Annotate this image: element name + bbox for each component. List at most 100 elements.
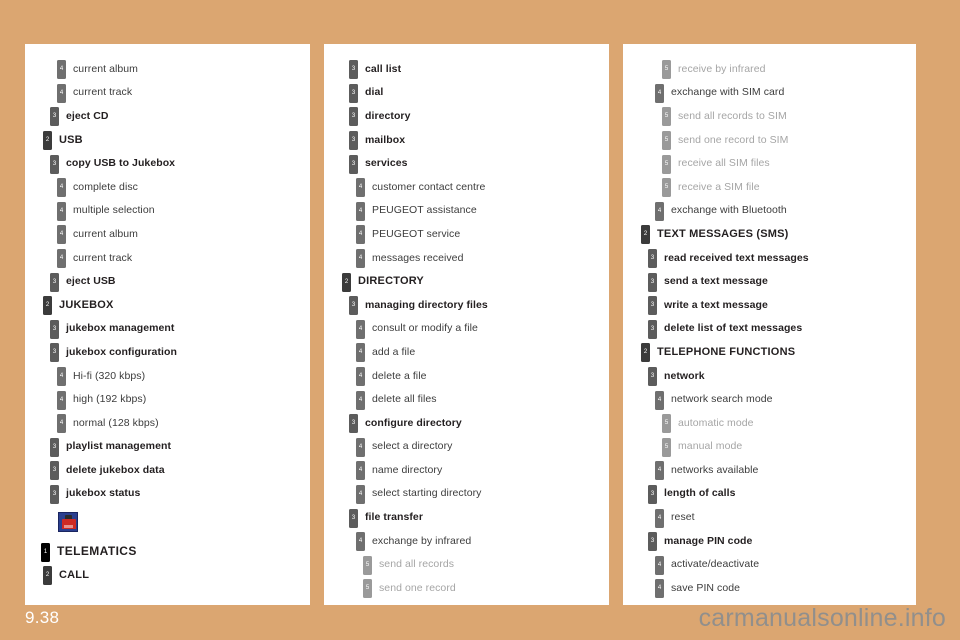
- level-badge: 4: [57, 178, 66, 198]
- menu-column-3: 5 receive by infrared 4 exchange with SIM c…: [623, 44, 916, 605]
- menu-row-label: call list: [365, 62, 402, 75]
- level-badge: 4: [57, 414, 66, 434]
- menu-row: 5 automatic mode: [623, 411, 916, 435]
- menu-row: 4 current track: [25, 246, 310, 270]
- menu-row: 4 consult or modify a file: [324, 317, 609, 341]
- menu-row: 4 select starting directory: [324, 482, 609, 506]
- menu-row-label: normal (128 kbps): [73, 416, 159, 429]
- level-badge: 4: [57, 83, 66, 103]
- menu-row-label: receive a SIM file: [678, 180, 760, 193]
- menu-row: 3 write a text message: [623, 293, 916, 317]
- menu-row-label: configure directory: [365, 416, 462, 429]
- menu-row: 2 TEXT MESSAGES (SMS): [623, 222, 916, 246]
- menu-row: 3 managing directory files: [324, 293, 609, 317]
- menu-row: 4 messages received: [324, 246, 609, 270]
- level-badge: 3: [50, 107, 59, 127]
- menu-row: 2 CALL: [25, 563, 310, 587]
- level-badge: 4: [356, 532, 365, 552]
- menu-row: 3 manage PIN code: [623, 529, 916, 553]
- watermark-text: carmanualsonline.info: [698, 604, 946, 632]
- menu-row: 5 manual mode: [623, 435, 916, 459]
- menu-row-label: Hi-fi (320 kbps): [73, 369, 146, 382]
- level-badge: 5: [662, 414, 671, 434]
- menu-columns-container: 4 current album 4 current track 3 eject CD 2 US…: [25, 44, 930, 605]
- menu-row-label: network search mode: [671, 393, 773, 406]
- menu-row: 3 length of calls: [623, 482, 916, 506]
- level-badge: 4: [356, 178, 365, 198]
- menu-row-label: delete a file: [372, 369, 427, 382]
- menu-row-label: dial: [365, 86, 384, 99]
- menu-row: 5 receive a SIM file: [623, 175, 916, 199]
- menu-row-label: CALL: [59, 568, 90, 581]
- menu-row-label: PEUGEOT service: [372, 227, 461, 240]
- menu-row-label: playlist management: [66, 440, 172, 453]
- level-badge: 4: [356, 225, 365, 245]
- menu-row-label: select starting directory: [372, 487, 482, 500]
- level-badge: 4: [655, 461, 664, 481]
- menu-row: 4 current album: [25, 222, 310, 246]
- menu-row-label: TELEMATICS: [57, 544, 137, 559]
- menu-row-label: managing directory files: [365, 298, 488, 311]
- menu-row-label: manual mode: [678, 440, 743, 453]
- level-badge: 4: [57, 390, 66, 410]
- level-badge: 4: [356, 461, 365, 481]
- level-badge: 3: [349, 414, 358, 434]
- menu-row: 3 delete jukebox data: [25, 458, 310, 482]
- level-badge: 3: [349, 60, 358, 80]
- menu-row: 4 save PIN code: [623, 576, 916, 600]
- menu-row: 3 eject CD: [25, 104, 310, 128]
- menu-row-label: write a text message: [664, 298, 768, 311]
- level-badge: 3: [50, 272, 59, 292]
- menu-row-label: jukebox configuration: [66, 345, 177, 358]
- level-badge: 4: [655, 201, 664, 221]
- menu-row: 4 customer contact centre: [324, 175, 609, 199]
- level-badge: 3: [349, 296, 358, 316]
- menu-row: 4 Hi-fi (320 kbps): [25, 364, 310, 388]
- menu-row-label: networks available: [671, 463, 759, 476]
- menu-row: 3 playlist management: [25, 435, 310, 459]
- level-badge: 3: [50, 343, 59, 363]
- menu-row: 2 DIRECTORY: [324, 269, 609, 293]
- menu-row: 5 send one record to SIM: [623, 128, 916, 152]
- menu-row: 4 high (192 kbps): [25, 387, 310, 411]
- level-badge: 4: [57, 60, 66, 80]
- level-badge: 2: [43, 296, 52, 316]
- level-badge: 2: [342, 272, 351, 292]
- menu-row-label: jukebox management: [66, 322, 175, 335]
- menu-row: 4 network search mode: [623, 387, 916, 411]
- menu-row-label: PEUGEOT assistance: [372, 204, 477, 217]
- menu-column-1-list: 4 current album 4 current track 3 eject CD 2 US…: [25, 44, 310, 586]
- level-badge: 4: [356, 201, 365, 221]
- menu-row: 3 jukebox configuration: [25, 340, 310, 364]
- level-badge: 2: [641, 343, 650, 363]
- menu-row-label: receive by infrared: [678, 62, 766, 75]
- page-number: 9.38: [25, 608, 60, 627]
- menu-row: 5 receive all SIM files: [623, 151, 916, 175]
- menu-row: 3 copy USB to Jukebox: [25, 151, 310, 175]
- menu-column-3-list: 5 receive by infrared 4 exchange with SIM c…: [623, 44, 916, 600]
- menu-row: 4 select a directory: [324, 435, 609, 459]
- menu-row-label: automatic mode: [678, 416, 754, 429]
- menu-row: 4 PEUGEOT assistance: [324, 199, 609, 223]
- level-badge: 4: [57, 201, 66, 221]
- menu-row-label: current album: [73, 227, 138, 240]
- menu-icon-row: [25, 505, 310, 539]
- menu-row-label: send all records to SIM: [678, 109, 787, 122]
- level-badge: 3: [349, 83, 358, 103]
- menu-row: 3 delete list of text messages: [623, 317, 916, 341]
- menu-row-label: eject CD: [66, 109, 109, 122]
- menu-row-label: reset: [671, 511, 695, 524]
- menu-row: 1 TELEMATICS: [25, 539, 310, 563]
- menu-row-label: delete list of text messages: [664, 322, 803, 335]
- level-badge: 2: [641, 225, 650, 245]
- menu-column-2: 3 call list 3 dial 3 directory 3 mailbox 3 servic…: [324, 44, 609, 605]
- menu-column-2-list: 3 call list 3 dial 3 directory 3 mailbox 3 servic…: [324, 44, 609, 600]
- level-badge: 5: [662, 154, 671, 174]
- menu-row: 4 multiple selection: [25, 199, 310, 223]
- level-badge: 3: [50, 484, 59, 504]
- level-badge: 3: [648, 532, 657, 552]
- menu-row-label: delete all files: [372, 393, 437, 406]
- menu-row: 4 complete disc: [25, 175, 310, 199]
- menu-row: 3 send a text message: [623, 269, 916, 293]
- level-badge: 2: [43, 566, 52, 586]
